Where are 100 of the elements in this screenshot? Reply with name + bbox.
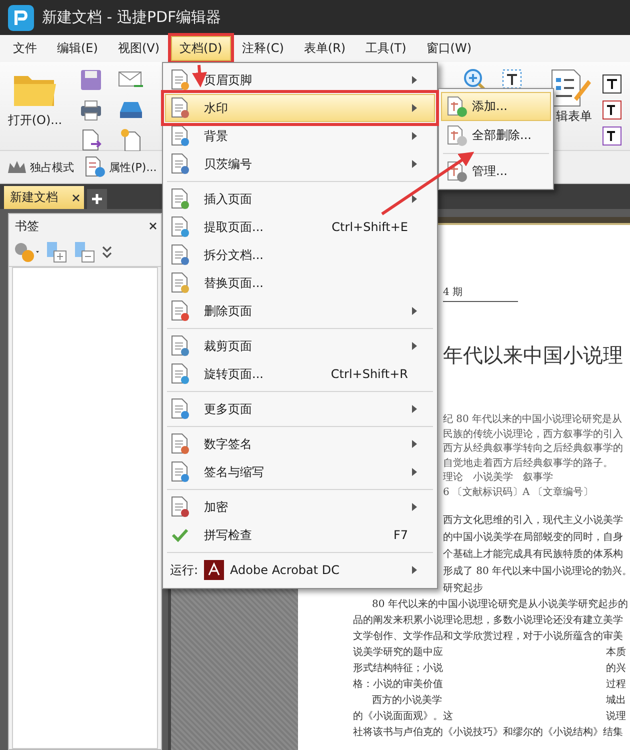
issue-label: 4 期 [443,285,518,302]
text-field-icon[interactable] [602,100,622,120]
page-icon [170,97,190,119]
page-icon [170,496,190,518]
page-icon [170,300,190,322]
menu-item[interactable]: 替换页面... [165,269,435,297]
text-line: 文学创作、文学作品和文学欣赏过程，对于小说所蕴含的审美 [353,630,623,644]
menu-item[interactable]: 删除页面 [165,297,435,325]
submenu-arrow-icon [412,342,417,350]
gear-icon[interactable] [13,241,41,263]
text-line: 的兴 [606,662,626,676]
text-line: 民族的传统小说理论，西方叙事学的引入 [443,428,623,442]
menu-item[interactable]: 裁剪页面 [165,332,435,360]
page-icon [446,160,468,182]
text-line: 纪 80 年代以来的中国小说理论研究是从 [443,413,622,427]
submenu-arrow-icon [412,566,417,574]
page-icon [170,433,190,455]
text-line: 说理 [606,710,626,724]
text-line: 形式结构特征；小说 [353,662,443,676]
submenu-arrow-icon [412,104,417,112]
submenu-arrow-icon [412,132,417,140]
add-bookmark-icon[interactable] [45,241,69,263]
app-logo-icon [8,4,34,30]
menu-item[interactable]: 拆分文档... [165,241,435,269]
text-line: 理论 小说美学 叙事学 [443,471,553,485]
page-icon [170,153,190,175]
menu-bar-item[interactable]: 文档(D) [170,36,232,61]
page-icon [170,363,190,385]
text-line: 研究起步 [443,582,483,596]
new-tab-button[interactable] [87,189,107,209]
page-icon [170,461,190,483]
menu-bar-item[interactable]: 表单(R) [294,36,355,61]
text-line: 80 年代以来的中国小说理论研究是从小说美学研究起步的 [372,598,628,612]
page-icon [446,124,468,146]
page-icon [170,272,190,294]
page-icon [170,188,190,210]
menu-bar-item[interactable]: 注释(C) [233,36,293,61]
app-logo-icon [204,560,224,580]
crown-icon [7,159,27,175]
text-line: 6 〔文献标识码〕A 〔文章编号〕 [443,486,593,500]
menu-item[interactable]: 插入页面 [165,185,435,213]
page-icon [170,335,190,357]
menu-bar-item[interactable]: 编辑(E) [48,36,107,61]
menu-item[interactable]: 签名与缩写 [165,458,435,486]
submenu-arrow-icon [412,468,417,476]
text-line: 本质 [606,646,626,660]
text-line: 西方文化思维的引入，现代主义小说美学 [443,514,623,528]
properties-icon [84,156,106,178]
menu-item[interactable]: 数字签名 [165,430,435,458]
menu-item[interactable]: 提取页面... Ctrl+Shift+E [165,213,435,241]
close-icon[interactable] [149,222,157,230]
menu-item[interactable]: 旋转页面... Ctrl+Shift+R [165,360,435,388]
close-icon[interactable] [72,194,80,202]
menu-bar-item[interactable]: 视图(V) [108,36,169,61]
page-icon [170,125,190,147]
menu-item[interactable]: 加密 [165,493,435,521]
toolbar-button[interactable]: 属性(P)... [83,156,158,178]
menu-item[interactable]: 拼写检查 F7 [165,521,435,549]
menu-item[interactable]: 背景 [165,122,435,150]
text-line: 社将该书与卢伯克的《小说技巧》和缪尔的《小说结构》结集 [353,726,623,740]
page-icon [170,216,190,238]
submenu-arrow-icon [412,195,417,203]
text-line: 说美学研究的题中应 [353,646,443,660]
text-line: 的《小说面面观》。这 [353,710,453,724]
document-tab[interactable]: 新建文档 [4,186,84,209]
panel-title: 书签 [15,218,39,234]
text-line: 城出 [606,694,626,708]
page-icon [446,96,468,118]
page-icon [170,244,190,266]
text-field-icon[interactable] [602,74,622,94]
menu-bar-item[interactable]: 工具(T) [356,36,416,61]
menu-bar-item[interactable]: 窗口(W) [417,36,481,61]
open-button[interactable]: 打开(O)... [4,64,66,148]
toolbar-button[interactable]: 独占模式 [6,159,75,175]
menu-bar-item[interactable]: 文件 [4,36,46,61]
text-line: 品的阐发来积累小说理论思想，多数小说理论还没有建立美学 [353,614,623,628]
menu-item[interactable]: 管理... [441,157,551,186]
submenu-arrow-icon [412,440,417,448]
menu-item[interactable]: 全部删除... [441,121,551,150]
menu-item[interactable]: 贝茨编号 [165,150,435,178]
submenu-arrow-icon [412,76,417,84]
text-field-icon[interactable] [602,126,622,146]
remove-bookmark-icon[interactable] [73,241,97,263]
submenu-arrow-icon [412,307,417,315]
menu-item[interactable]: 更多页面 [165,395,435,423]
submenu-arrow-icon [412,405,417,413]
text-line: 西方的小说美学 [372,694,442,708]
text-line: 格：小说的审美价值 [353,678,443,692]
menu-item[interactable]: 运行: Adobe Acrobat DC [165,556,435,584]
window-title: 新建文档 - 迅捷PDF编辑器 [42,8,222,27]
submenu-arrow-icon [412,160,417,168]
text-line: 西方从经典叙事学转向之后经典叙事学的 [443,442,623,456]
double-chevron-icon[interactable] [101,244,113,260]
text-line: 形成了 80 年代以来中国小说理论的勃兴。 [443,564,630,579]
menu-item[interactable]: 添加... [441,92,551,121]
page-icon [170,69,190,91]
submenu-arrow-icon [412,503,417,511]
text-line: 的中国小说美学在局部蜕变的同时，自身 [443,530,623,545]
text-line: 自觉地走着西方后经典叙事学的路子。 [443,456,613,470]
text-line: 过程 [606,678,626,692]
